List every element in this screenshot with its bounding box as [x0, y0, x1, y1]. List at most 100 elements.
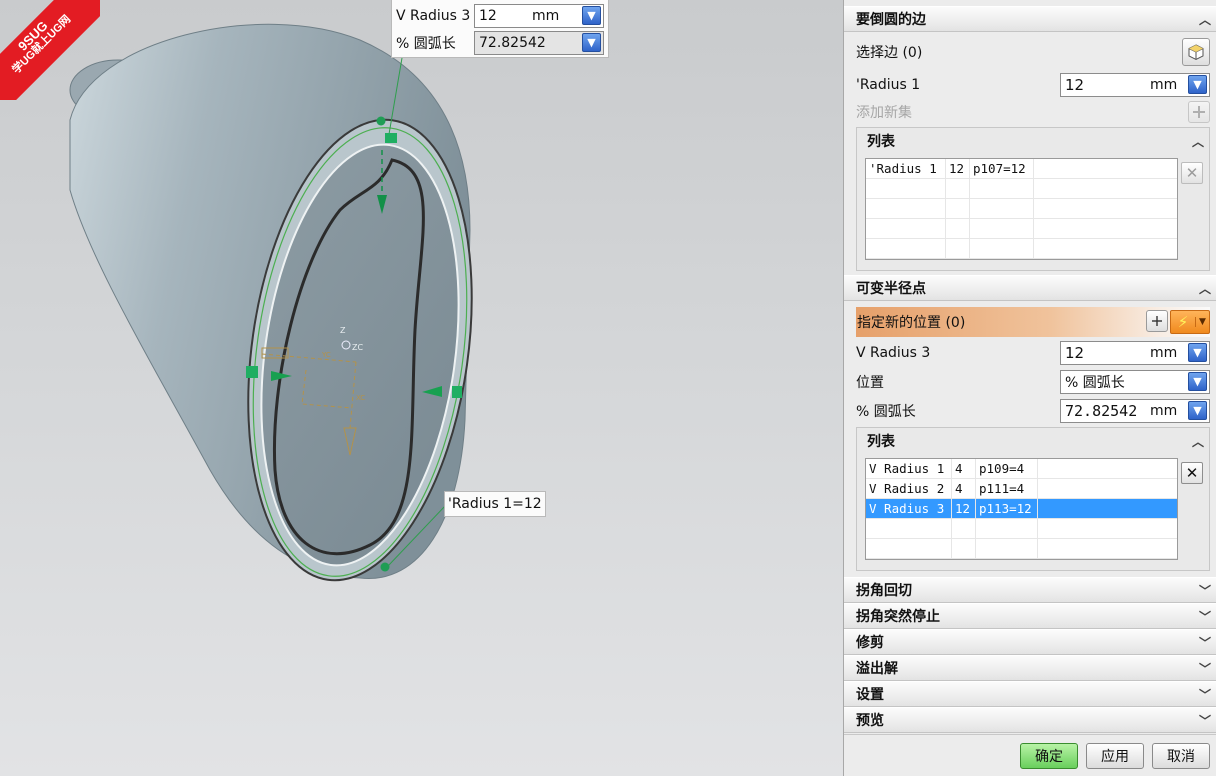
chevron-down-icon[interactable]: ﹀ — [1198, 582, 1212, 599]
section-collapsed-header[interactable]: 溢出解 ﹀ — [844, 655, 1216, 681]
list-cell: p107=12 — [970, 159, 1034, 178]
list-cell: p113=12 — [976, 499, 1038, 518]
handle-point[interactable] — [385, 133, 397, 143]
section-collapsed-header[interactable]: 预览 ﹀ — [844, 707, 1216, 733]
chevron-down-icon[interactable]: ▼ — [582, 33, 601, 52]
cube-icon — [1188, 44, 1204, 61]
chevron-down-icon[interactable]: ▼ — [1188, 401, 1207, 420]
section-collapsed-header[interactable]: 修剪 ﹀ — [844, 629, 1216, 655]
vradius3-input[interactable]: 12 mm ▼ — [1060, 340, 1210, 365]
chevron-down-icon[interactable]: ﹀ — [1198, 660, 1212, 677]
radius1-label: 'Radius 1 — [856, 76, 921, 93]
dialog-footer: 确定 应用 取消 — [844, 734, 1216, 776]
edges-listbox[interactable]: 'Radius 1 12 p107=12 — [865, 158, 1178, 260]
chevron-down-icon[interactable]: ﹀ — [1198, 634, 1212, 651]
section-variable-header[interactable]: 可变半径点 ︿ — [844, 275, 1216, 301]
handle-point[interactable] — [380, 562, 390, 572]
list-item-empty — [866, 539, 1177, 559]
variable-points-listbox[interactable]: V Radius 1 4 p109=4 V Radius 2 4 p111=4 V Radi… — [865, 458, 1178, 560]
section-collapsed-header[interactable]: 拐角回切 ﹀ — [844, 577, 1216, 603]
remove-edge-set-button[interactable]: ✕ — [1181, 162, 1203, 184]
apply-button[interactable]: 应用 — [1086, 742, 1144, 769]
chevron-down-icon[interactable]: ▼ — [1188, 343, 1207, 362]
section-collapsed-header[interactable]: 设置 ﹀ — [844, 681, 1216, 707]
csys-z-label: Z — [340, 326, 346, 335]
handle-point[interactable] — [452, 386, 462, 398]
float-vradius-label: V Radius 3 — [396, 7, 471, 24]
variable-list-group: 列表 ︿ V Radius 1 4 p109=4 V Radius 2 4 p111=4 V… — [856, 427, 1210, 571]
csys-yc-label: YC — [321, 351, 331, 359]
chevron-down-icon[interactable]: ﹀ — [1198, 608, 1212, 625]
radius-tag-label[interactable]: 'Radius 1=12 — [444, 491, 546, 517]
list-item[interactable]: V Radius 1 4 p109=4 — [866, 459, 1177, 479]
arc-length-label: % 圆弧长 — [856, 403, 916, 420]
list-item[interactable]: V Radius 3 12 p113=12 — [866, 499, 1177, 519]
close-icon: ✕ — [1185, 464, 1199, 482]
list-cell: V Radius 3 — [866, 499, 952, 518]
position-label: 位置 — [856, 374, 884, 391]
list-cell: p111=4 — [976, 479, 1038, 498]
list-item-empty — [866, 179, 1177, 199]
list-cell: 4 — [952, 479, 976, 498]
add-set-icon — [1193, 106, 1205, 118]
collapsed-sections: 拐角回切 ﹀ 拐角突然停止 ﹀ 修剪 ﹀ 溢出解 ﹀ 设置 ﹀ 预览 ﹀ — [844, 577, 1216, 733]
list-cell: p109=4 — [976, 459, 1038, 478]
cancel-button[interactable]: 取消 — [1152, 742, 1210, 769]
onscreen-input-box: V Radius 3 12 mm ▼ % 圆弧长 72.82542 ▼ — [391, 0, 609, 58]
float-vradius-input[interactable]: 12 mm ▼ — [474, 3, 604, 28]
lightning-icon: ⚡ — [1177, 313, 1189, 331]
list-cell: 12 — [952, 499, 976, 518]
chevron-up-icon[interactable]: ︿ — [1198, 11, 1212, 28]
specify-location-row[interactable]: 指定新的位置 (0) ⚡ ▼ — [856, 307, 1210, 337]
handle-point[interactable] — [246, 366, 258, 378]
variable-list-header[interactable]: 列表 ︿ — [857, 428, 1209, 454]
list-cell: 'Radius 1 — [866, 159, 946, 178]
list-item[interactable]: 'Radius 1 12 p107=12 — [866, 159, 1177, 179]
chevron-up-icon[interactable]: ︿ — [1191, 133, 1205, 150]
csys-xc-label: XC — [356, 394, 365, 402]
chevron-down-icon[interactable]: ▼ — [1188, 75, 1207, 94]
add-new-set-label: 添加新集 — [856, 105, 912, 121]
section-edges-header[interactable]: 要倒圆的边 ︿ — [844, 6, 1216, 32]
close-icon: ✕ — [1185, 164, 1199, 182]
list-item[interactable]: V Radius 2 4 p111=4 — [866, 479, 1177, 499]
chevron-down-icon[interactable]: ▼ — [582, 6, 601, 25]
chevron-down-icon[interactable]: ﹀ — [1198, 686, 1212, 703]
position-select[interactable]: % 圆弧长 ▼ — [1060, 369, 1210, 394]
edges-list-group: 列表 ︿ 'Radius 1 12 p107=12 ✕ — [856, 127, 1210, 271]
edges-list-header[interactable]: 列表 ︿ — [857, 128, 1209, 154]
chevron-up-icon[interactable]: ︿ — [1191, 433, 1205, 450]
list-cell: 12 — [946, 159, 970, 178]
ok-button[interactable]: 确定 — [1020, 742, 1078, 769]
handle-point[interactable] — [376, 116, 386, 126]
inferred-point-dropdown[interactable]: ⚡ ▼ — [1170, 310, 1210, 334]
watermark-logo: 9SUG 学UG就上UG网 — [0, 0, 100, 100]
list-item-empty — [866, 199, 1177, 219]
chevron-up-icon[interactable]: ︿ — [1198, 280, 1212, 297]
list-item-empty — [866, 219, 1177, 239]
model-scene: Z ZC YC XC — [69, 23, 473, 582]
select-edge-label: 选择边 (0) — [856, 45, 923, 61]
float-arc-input[interactable]: 72.82542 ▼ — [474, 30, 604, 55]
specify-location-label: 指定新的位置 (0) — [857, 315, 966, 331]
graphics-viewport[interactable]: Z ZC YC XC 9SUG 学UG就上UG网 V Radius 3 12 m… — [0, 0, 843, 776]
list-item-empty — [866, 239, 1177, 259]
list-cell: V Radius 1 — [866, 459, 952, 478]
vradius3-label: V Radius 3 — [856, 344, 931, 361]
point-dialog-button[interactable] — [1146, 310, 1168, 332]
list-cell: 4 — [952, 459, 976, 478]
chevron-down-icon[interactable]: ▼ — [1188, 372, 1207, 391]
add-new-set-button[interactable] — [1188, 101, 1210, 123]
chevron-down-icon[interactable]: ﹀ — [1198, 712, 1212, 729]
select-edge-button[interactable] — [1182, 38, 1210, 66]
arc-length-input[interactable]: 72.82542 mm ▼ — [1060, 398, 1210, 423]
section-collapsed-header[interactable]: 拐角突然停止 ﹀ — [844, 603, 1216, 629]
list-item-empty — [866, 519, 1177, 539]
radius1-input[interactable]: 12 mm ▼ — [1060, 72, 1210, 97]
chevron-down-icon[interactable]: ▼ — [1195, 317, 1209, 327]
remove-point-button[interactable]: ✕ — [1181, 462, 1203, 484]
float-arc-label: % 圆弧长 — [396, 35, 456, 52]
point-constructor-icon — [1152, 316, 1162, 326]
edge-blend-dialog: 要倒圆的边 ︿ 选择边 (0) 'Radius 1 12 mm ▼ 添加新集 列… — [843, 0, 1216, 776]
csys-zc-label: ZC — [352, 343, 363, 352]
